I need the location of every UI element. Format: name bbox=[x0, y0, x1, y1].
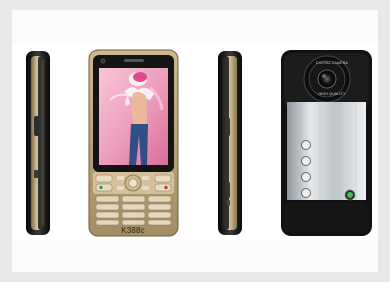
phone-back-view bbox=[281, 50, 372, 236]
camera-lens-icon bbox=[317, 69, 337, 89]
phone-front-view bbox=[88, 49, 179, 237]
camera-ring-text-top: DIGITAL CAMERA bbox=[316, 61, 348, 65]
status-light bbox=[347, 192, 353, 198]
silver-back-panel bbox=[287, 102, 366, 200]
model-label: K388c bbox=[121, 226, 145, 235]
product-photo bbox=[26, 49, 372, 237]
camera-ring-text-bottom: HIGH QUALITY bbox=[318, 92, 346, 96]
phone-right-side-view bbox=[218, 51, 242, 235]
phone-left-side-view bbox=[26, 51, 50, 235]
